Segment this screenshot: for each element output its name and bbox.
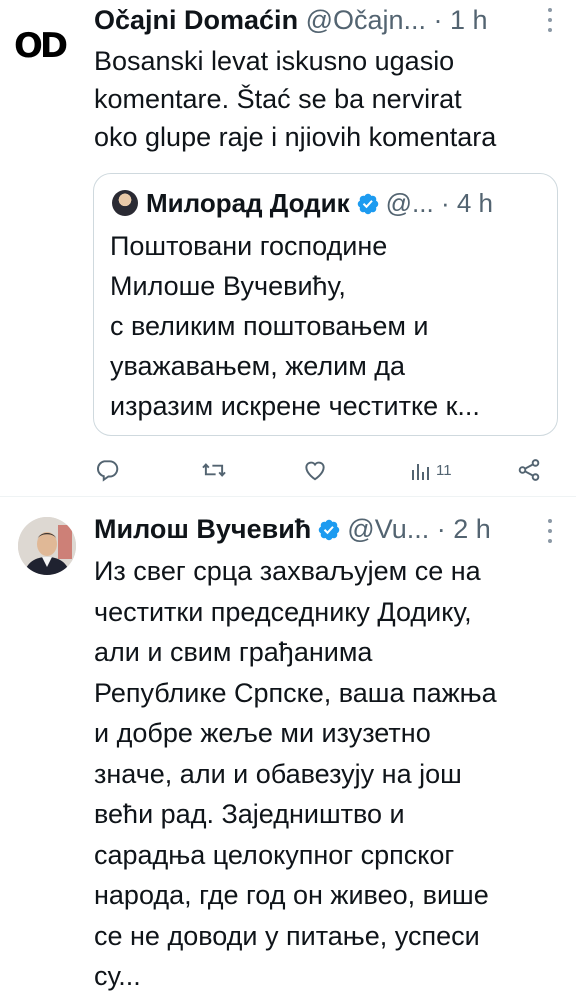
- person-photo: [18, 517, 76, 575]
- timestamp[interactable]: · 2 h: [437, 514, 491, 544]
- more-options-icon[interactable]: [544, 519, 556, 543]
- display-name[interactable]: Милош Вучевић: [94, 514, 311, 544]
- quoted-tweet-header: Милорад Додик @... · 4 h: [112, 186, 493, 220]
- timestamp[interactable]: · 1 h: [434, 5, 488, 35]
- retweet-button[interactable]: [200, 452, 228, 488]
- share-icon: [518, 459, 540, 481]
- verified-badge-icon: [319, 519, 340, 541]
- tweet-header: Милош Вучевић @Vu... · 2 h: [94, 511, 554, 547]
- reply-icon: [97, 460, 119, 482]
- handle[interactable]: @Vu...: [347, 514, 429, 544]
- heart-icon: [305, 461, 325, 481]
- quoted-display-name[interactable]: Милорад Додик: [146, 188, 350, 218]
- more-options-icon[interactable]: [544, 8, 556, 32]
- quoted-handle[interactable]: @...: [386, 188, 434, 218]
- tweet-text: Bosanski levat iskusno ugasio komentare.…: [94, 46, 497, 152]
- tweet-actions: 11: [0, 452, 576, 488]
- retweet-icon: [202, 463, 226, 477]
- handle[interactable]: @Očajn...: [306, 5, 426, 35]
- share-button[interactable]: [516, 452, 542, 488]
- avatar[interactable]: OD: [14, 26, 78, 66]
- tweet-header: Očajni Domaćin @Očajn... · 1 h: [94, 2, 554, 38]
- tweet-text: Из свег срца захваљујем се на честитки п…: [94, 556, 497, 991]
- quoted-tweet-text: Поштовани господине Милоше Вучевићу, с в…: [110, 231, 480, 421]
- views-button[interactable]: 11: [410, 452, 452, 488]
- avatar[interactable]: [18, 517, 76, 575]
- quoted-timestamp[interactable]: · 4 h: [441, 188, 493, 218]
- reply-button[interactable]: [94, 452, 120, 488]
- display-name[interactable]: Očajni Domaćin: [94, 5, 298, 35]
- views-count: 11: [436, 461, 452, 479]
- quoted-tweet-card[interactable]: Милорад Додик @... · 4 h Поштовани господ…: [93, 173, 558, 436]
- quoted-avatar: [112, 190, 138, 216]
- analytics-icon: [412, 464, 429, 480]
- like-button[interactable]: [302, 452, 328, 488]
- tweet-divider: [0, 496, 576, 497]
- verified-badge-icon: [357, 193, 378, 215]
